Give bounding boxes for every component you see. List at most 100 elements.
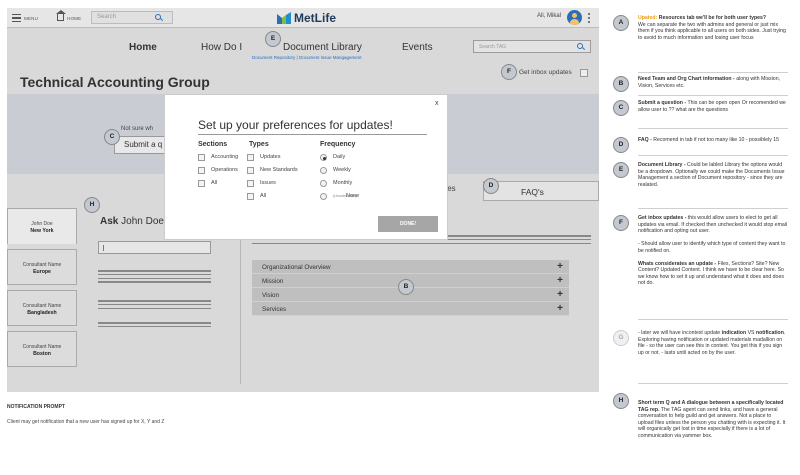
callout-marker-a: A <box>613 15 629 31</box>
callout-marker-e: E <box>613 162 629 178</box>
tag-search-placeholder: Search TAG <box>479 44 507 50</box>
callout-marker-f: F <box>501 64 517 80</box>
note-heading: FAQ - <box>638 137 652 143</box>
accordion-label: Organizational Overview <box>262 264 331 271</box>
consultant-item[interactable]: John Doe New York <box>7 208 77 244</box>
nav-document-library[interactable]: Document Library <box>283 42 362 53</box>
accordion-label: Services <box>262 306 287 313</box>
accordion-organizational-overview[interactable]: Organizational Overview + <box>252 260 569 274</box>
checkbox[interactable] <box>247 167 254 174</box>
radio[interactable] <box>320 180 327 187</box>
callout-marker-h: H <box>613 393 629 409</box>
menu-label[interactable]: MENU <box>24 16 38 21</box>
expand-plus-icon[interactable]: + <box>557 275 563 286</box>
ask-person-name: John Doe <box>121 216 164 227</box>
note-heading: Submit a question - <box>638 100 687 106</box>
modal-title: Set up your preferences for updates! <box>198 118 393 132</box>
logo-text: MetLife <box>294 11 336 25</box>
option-label: Daily <box>333 154 346 160</box>
consultant-role: John Doe <box>31 221 53 227</box>
nav-events[interactable]: Events <box>402 42 433 53</box>
note-divider <box>638 155 788 156</box>
note-text: - Should allow user to identify which ty… <box>638 241 786 254</box>
callout-marker-f: F <box>613 215 629 231</box>
avatar[interactable] <box>567 10 582 25</box>
note-heading: Resources tab we'll be for both user typ… <box>657 15 767 21</box>
note-heading: Whats considerates an update - <box>638 260 717 267</box>
annotation-panel: A Upated: Resources tab we'll be for bot… <box>610 0 800 475</box>
option-label: None <box>346 193 360 199</box>
home-label[interactable]: HOME <box>67 16 81 21</box>
notification-prompt-body: Client may get notification that a new u… <box>7 419 165 425</box>
option-label: All <box>211 180 218 186</box>
banner-hint-text: Not sure wh <box>121 126 154 132</box>
home-icon[interactable] <box>56 10 66 21</box>
accordion-label: Mission <box>262 278 284 285</box>
top-search-placeholder: Search <box>97 14 117 20</box>
tag-search-input[interactable]: Search TAG <box>473 40 591 53</box>
more-options-icon[interactable] <box>588 13 590 23</box>
option-label: Operations <box>211 167 238 173</box>
nav-how-do-i[interactable]: How Do I <box>201 42 242 53</box>
callout-marker-h: H <box>84 197 100 213</box>
callout-marker-g: G <box>613 330 629 346</box>
column-divider <box>240 234 241 384</box>
ask-prefix: Ask <box>100 216 119 227</box>
ask-question-input[interactable] <box>98 241 211 254</box>
top-search-input[interactable]: Search <box>91 11 173 24</box>
option-label: Accounting <box>211 154 239 160</box>
ask-heading: Ask John Doe <box>100 216 164 227</box>
consultant-role: Consultant Name <box>22 344 62 350</box>
note-divider <box>638 95 788 96</box>
note-lead: Upated: <box>638 15 658 21</box>
placeholder-text-lines <box>98 300 211 311</box>
checkbox[interactable] <box>247 180 254 187</box>
search-icon[interactable] <box>577 43 583 49</box>
close-icon[interactable]: x <box>435 100 439 107</box>
consultant-role: Consultant Name <box>22 303 62 309</box>
done-button[interactable]: DONE! <box>378 216 438 232</box>
types-heading: Types <box>249 141 269 148</box>
modal-divider <box>198 134 427 135</box>
nav-home[interactable]: Home <box>129 42 157 53</box>
search-icon[interactable] <box>155 14 161 20</box>
note-divider <box>638 383 788 384</box>
radio[interactable] <box>320 193 327 200</box>
radio-selected[interactable] <box>320 154 327 161</box>
checkbox[interactable] <box>198 167 205 174</box>
option-label: New Standards <box>260 167 298 173</box>
checkbox[interactable] <box>198 154 205 161</box>
expand-plus-icon[interactable]: + <box>557 261 563 272</box>
note-text: The TAG agent can send links, and have a… <box>638 406 786 439</box>
checkbox[interactable] <box>247 154 254 161</box>
radio[interactable] <box>320 167 327 174</box>
tab-faqs-label: FAQ's <box>521 187 544 197</box>
note-text: Recomend in tab if not too many like 10 … <box>651 137 780 143</box>
note-heading: notification <box>755 330 784 336</box>
document-library-sublinks[interactable]: Document Repository | Document Issue Man… <box>252 55 361 60</box>
tab-faqs[interactable]: FAQ's <box>483 181 599 201</box>
option-label: Issues <box>260 180 276 186</box>
consultant-item[interactable]: Consultant Name Boston <box>7 331 77 367</box>
accordion-services[interactable]: Services + <box>252 302 569 316</box>
hamburger-menu-icon[interactable] <box>12 14 21 22</box>
callout-marker-c: C <box>613 100 629 116</box>
consultant-item[interactable]: Consultant Name Bangladesh <box>7 290 77 326</box>
expand-plus-icon[interactable]: + <box>557 303 563 314</box>
user-name[interactable]: Ali, Mikal <box>537 13 561 19</box>
consultant-location: Europe <box>33 268 51 275</box>
option-label: Weekly <box>333 167 351 173</box>
expand-plus-icon[interactable]: + <box>557 289 563 300</box>
page-title: Technical Accounting Group <box>20 74 210 90</box>
consultant-item[interactable]: Consultant Name Europe <box>7 249 77 285</box>
placeholder-text-lines <box>98 270 211 285</box>
inbox-updates-checkbox[interactable] <box>580 69 588 77</box>
metlife-logo-icon <box>277 12 291 24</box>
consultant-location: Boston <box>33 350 51 357</box>
note-heading: indication <box>721 330 747 336</box>
checkbox[interactable] <box>247 193 254 200</box>
preferences-modal: x Set up your preferences for updates! S… <box>164 94 448 240</box>
note-divider <box>638 319 788 320</box>
placeholder-text-lines <box>98 322 211 330</box>
checkbox[interactable] <box>198 180 205 187</box>
